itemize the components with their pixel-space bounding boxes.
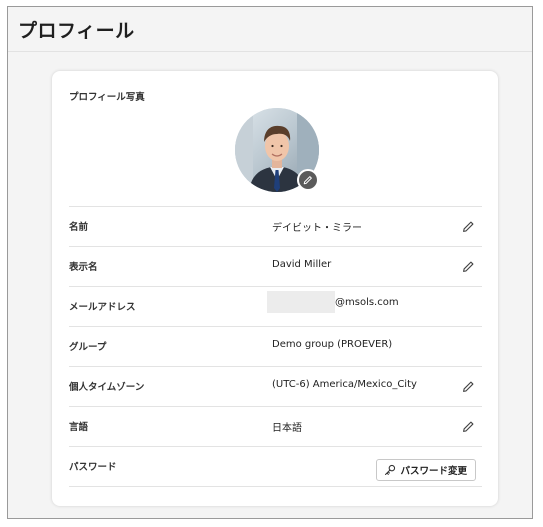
page-header: プロフィール bbox=[8, 7, 532, 52]
row-display-name: 表示名 David Miller bbox=[69, 246, 482, 286]
edit-language-button[interactable] bbox=[460, 418, 476, 434]
row-name: 名前 デイビット・ミラー bbox=[69, 206, 482, 246]
row-language: 言語 日本語 bbox=[69, 406, 482, 446]
name-label: 名前 bbox=[69, 222, 89, 233]
display-name-label: 表示名 bbox=[69, 262, 98, 273]
pencil-icon bbox=[462, 261, 473, 272]
edit-display-name-button[interactable] bbox=[460, 258, 476, 274]
pencil-icon bbox=[303, 176, 312, 185]
email-value: @msols.com bbox=[267, 291, 399, 313]
group-label: グループ bbox=[69, 342, 107, 353]
divider bbox=[69, 486, 482, 487]
email-domain: @msols.com bbox=[335, 296, 399, 308]
row-group: グループ Demo group (PROEVER) bbox=[69, 326, 482, 366]
email-label: メールアドレス bbox=[69, 302, 136, 313]
group-value: Demo group (PROEVER) bbox=[272, 339, 393, 350]
key-icon bbox=[385, 464, 396, 476]
row-password: パスワード パスワード変更 bbox=[69, 446, 482, 486]
app-frame: プロフィール プロフィール写真 名前 デイビット・ミラー 表示名 David M… bbox=[7, 6, 533, 519]
profile-card: プロフィール写真 名前 デイビット・ミラー 表示名 David Miller メ… bbox=[52, 71, 498, 506]
edit-name-button[interactable] bbox=[460, 218, 476, 234]
pencil-icon bbox=[462, 421, 473, 432]
page-title: プロフィール bbox=[18, 20, 135, 42]
password-label: パスワード bbox=[69, 462, 117, 473]
avatar-edit-button[interactable] bbox=[297, 169, 319, 191]
display-name-value: David Miller bbox=[272, 259, 332, 270]
edit-timezone-button[interactable] bbox=[460, 378, 476, 394]
email-redaction bbox=[267, 291, 335, 313]
name-value: デイビット・ミラー bbox=[272, 223, 362, 234]
timezone-label: 個人タイムゾーン bbox=[69, 382, 145, 393]
language-value: 日本語 bbox=[272, 423, 302, 434]
profile-photo-label: プロフィール写真 bbox=[69, 92, 145, 103]
row-email: メールアドレス @msols.com bbox=[69, 286, 482, 326]
pencil-icon bbox=[462, 221, 473, 232]
avatar-container bbox=[235, 108, 319, 192]
timezone-value: (UTC-6) America/Mexico_City bbox=[272, 379, 417, 390]
language-label: 言語 bbox=[69, 422, 89, 433]
change-password-button[interactable]: パスワード変更 bbox=[376, 459, 476, 481]
row-timezone: 個人タイムゾーン (UTC-6) America/Mexico_City bbox=[69, 366, 482, 406]
change-password-label: パスワード変更 bbox=[400, 466, 467, 477]
pencil-icon bbox=[462, 381, 473, 392]
